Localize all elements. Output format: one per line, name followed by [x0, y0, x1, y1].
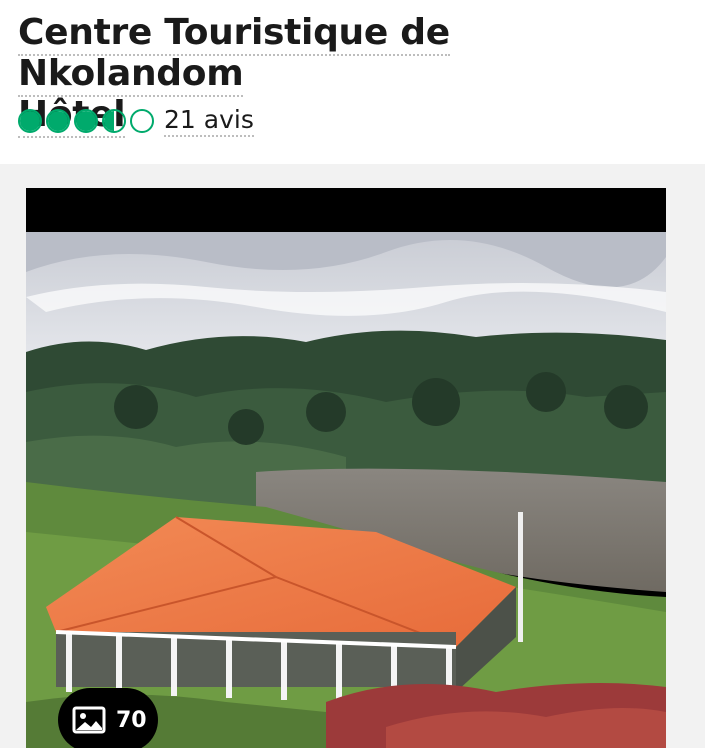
hotel-header: Centre Touristique de Nkolandom Hôtel 21…: [0, 0, 705, 164]
image-icon: [72, 706, 106, 734]
rating-row: 21 avis: [18, 104, 254, 138]
rating-bubbles: [18, 109, 154, 133]
hotel-title-line-1: Centre Touristique de Nkolandom: [18, 12, 450, 97]
photo-gallery[interactable]: 70: [26, 188, 666, 748]
photo-count-button[interactable]: 70: [58, 688, 158, 748]
photo-count: 70: [116, 707, 147, 733]
reviews-count-link[interactable]: 21 avis: [164, 105, 254, 137]
rating-bubble-1: [18, 109, 42, 133]
hotel-photo[interactable]: [26, 232, 666, 748]
rating-bubble-2: [46, 109, 70, 133]
rating-bubble-3: [74, 109, 98, 133]
rating-bubble-4: [102, 109, 126, 133]
rating-bubble-5: [130, 109, 154, 133]
